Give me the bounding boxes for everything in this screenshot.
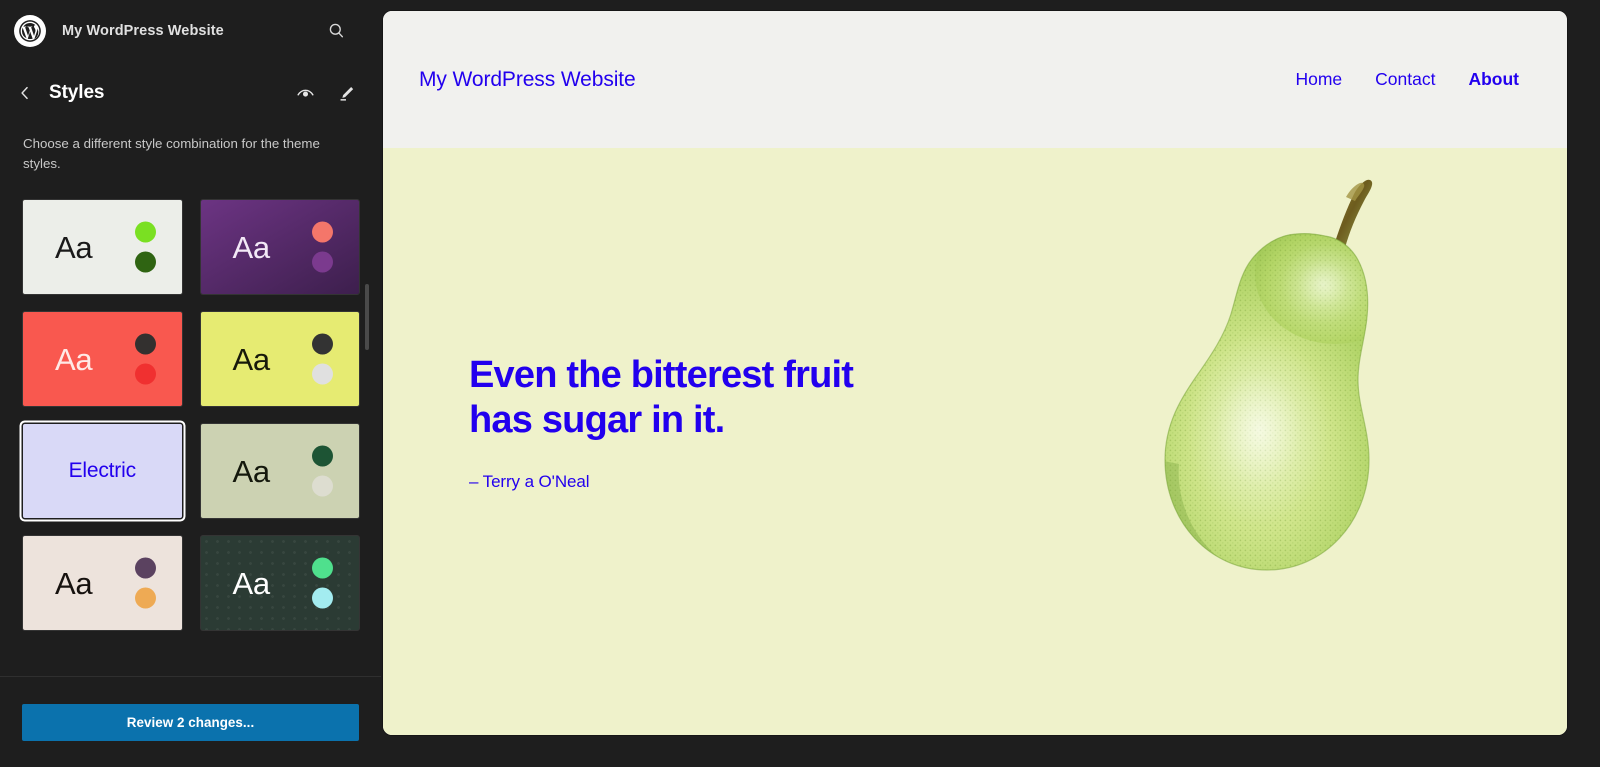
- quote-line-2: has sugar in it.: [469, 398, 725, 441]
- styles-footer: Review 2 changes...: [0, 676, 381, 767]
- variation-sample-text: Aa: [232, 229, 271, 265]
- variation-color-dots: [312, 221, 333, 273]
- swatch-dot-pattern: [200, 536, 359, 631]
- variation-sample-text: Aa: [232, 453, 271, 489]
- review-changes-button[interactable]: Review 2 changes...: [22, 703, 359, 741]
- page-title: Styles: [49, 82, 105, 103]
- variation-color-dot: [312, 221, 333, 243]
- variation-coral[interactable]: Aa: [23, 312, 182, 407]
- variation-color-dot: [312, 587, 333, 609]
- variation-color-dot: [134, 333, 156, 355]
- styles-sidebar: My WordPress Website Styles Choose a dif…: [0, 0, 381, 767]
- variation-sample-text: Electric: [68, 459, 136, 483]
- pencil-icon[interactable]: [331, 78, 361, 108]
- style-variations-scroll-area: Aa Aa Aa Aa Electric Aa Aa Aa: [0, 174, 381, 676]
- styles-panel-header: Styles: [0, 61, 381, 125]
- nav-link-about[interactable]: About: [1468, 69, 1519, 90]
- variation-color-dot: [312, 557, 333, 579]
- site-navigation: Home Contact About: [1295, 69, 1519, 90]
- variation-color-dots: [134, 557, 156, 609]
- variation-default[interactable]: Aa: [23, 200, 182, 295]
- variation-color-dot: [312, 475, 333, 497]
- variation-dark-dots[interactable]: Aa: [200, 536, 359, 631]
- variation-ivory[interactable]: Aa: [23, 536, 182, 631]
- variation-color-dot: [312, 333, 333, 355]
- variation-electric[interactable]: Electric: [23, 424, 182, 519]
- pear-illustration-image: [1139, 164, 1459, 604]
- site-preview-region: My WordPress Website Home Contact About Ev…: [381, 0, 1600, 767]
- variation-sage[interactable]: Aa: [200, 424, 359, 519]
- site-hero-section: Even the bitterest fruit has sugar in it…: [383, 148, 1567, 735]
- nav-link-home[interactable]: Home: [1295, 69, 1342, 90]
- variation-sample-text: Aa: [55, 565, 93, 601]
- style-variations-grid: Aa Aa Aa Aa Electric Aa Aa Aa: [23, 200, 359, 631]
- variation-color-dot: [134, 363, 156, 385]
- site-header: My WordPress Website Home Contact About: [383, 11, 1567, 148]
- variation-color-dots: [134, 333, 156, 385]
- nav-link-contact[interactable]: Contact: [1375, 69, 1435, 90]
- sidebar-scrollbar[interactable]: [365, 284, 369, 351]
- wordpress-logo-icon[interactable]: [14, 14, 46, 47]
- sidebar-site-title: My WordPress Website: [62, 22, 224, 39]
- variation-color-dot: [134, 557, 156, 579]
- variation-color-dots: [312, 557, 333, 609]
- site-brand-link[interactable]: My WordPress Website: [419, 68, 636, 92]
- variation-color-dot: [312, 363, 333, 385]
- variation-color-dot: [312, 251, 333, 273]
- styles-header-actions: [290, 78, 361, 108]
- variation-sample-text: Aa: [55, 341, 93, 377]
- variation-color-dots: [312, 333, 333, 385]
- variation-color-dot: [312, 445, 333, 467]
- variation-purple[interactable]: Aa: [200, 200, 359, 295]
- variation-color-dot: [134, 251, 156, 273]
- hero-quote-block: Even the bitterest fruit has sugar in it…: [469, 353, 854, 492]
- variation-lemon[interactable]: Aa: [200, 312, 359, 407]
- variation-color-dots: [134, 221, 156, 273]
- chevron-left-icon[interactable]: [10, 78, 40, 108]
- styles-editor-window: My WordPress Website Styles Choose a dif…: [0, 0, 1600, 767]
- sidebar-topbar: My WordPress Website: [0, 0, 381, 61]
- quote-citation: – Terry a O'Neal: [469, 471, 590, 491]
- variation-sample-text: Aa: [232, 565, 271, 601]
- variation-color-dots: [312, 445, 333, 497]
- search-icon[interactable]: [321, 16, 351, 46]
- variation-sample-text: Aa: [232, 341, 271, 377]
- variation-color-dot: [134, 587, 156, 609]
- eye-icon[interactable]: [290, 78, 320, 108]
- variation-sample-text: Aa: [55, 229, 93, 265]
- quote-line-1: Even the bitterest fruit: [469, 354, 854, 396]
- site-preview-frame[interactable]: My WordPress Website Home Contact About Ev…: [383, 11, 1567, 735]
- styles-description: Choose a different style combination for…: [23, 136, 320, 172]
- variation-color-dot: [134, 221, 156, 243]
